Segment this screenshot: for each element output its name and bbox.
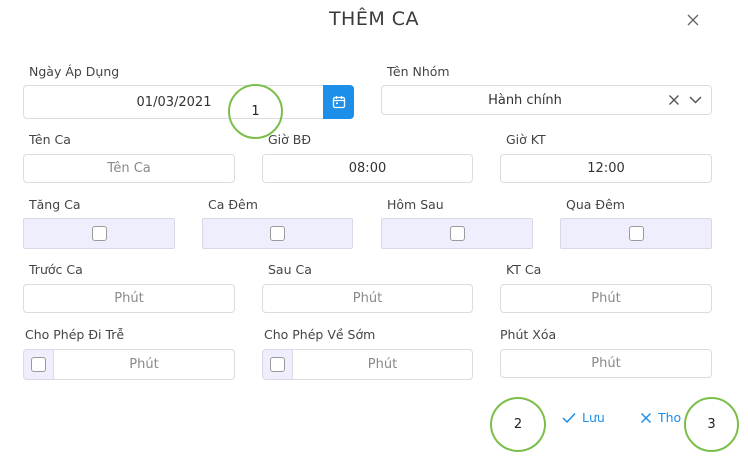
annotation-number: 2 <box>513 417 523 432</box>
gio-kt-label: Giờ KT <box>506 132 546 147</box>
calendar-icon <box>332 96 345 109</box>
gio-kt-value: 12:00 <box>587 161 625 176</box>
qua-dem-checkbox[interactable] <box>628 226 644 241</box>
annotation-number: 3 <box>707 417 716 432</box>
save-label: Lưu <box>582 410 605 425</box>
truoc-ca-label: Trước Ca <box>29 262 83 277</box>
qua-dem-cell <box>560 218 712 249</box>
ca-dem-label: Ca Đêm <box>208 197 258 212</box>
truoc-ca-input[interactable]: Phút <box>23 284 235 313</box>
clear-icon[interactable] <box>668 94 680 106</box>
tang-ca-label: Tăng Ca <box>29 197 81 212</box>
tang-ca-checkbox[interactable] <box>91 226 107 241</box>
calendar-button[interactable] <box>323 85 354 119</box>
hom-sau-checkbox[interactable] <box>449 226 465 241</box>
cho-phep-ve-som-placeholder: Phút <box>367 357 398 372</box>
cho-phep-di-tre-label: Cho Phép Đi Trễ <box>25 327 125 342</box>
ca-dem-checkbox[interactable] <box>270 226 285 241</box>
ca-dem-cell <box>202 218 353 249</box>
gio-bd-label: Giờ BĐ <box>268 132 312 147</box>
gio-kt-input[interactable]: 12:00 <box>500 154 712 183</box>
ten-nhom-label: Tên Nhóm <box>387 64 450 79</box>
cho-phep-ve-som-input[interactable]: Phút <box>292 349 473 380</box>
sau-ca-placeholder: Phút <box>352 291 383 306</box>
hom-sau-label: Hôm Sau <box>387 197 444 212</box>
cho-phep-di-tre-checkbox[interactable] <box>31 357 46 372</box>
ten-ca-placeholder: Tên Ca <box>107 161 151 176</box>
tang-ca-cell <box>23 218 175 249</box>
phut-xoa-placeholder: Phút <box>591 356 621 371</box>
phut-xoa-label: Phút Xóa <box>500 327 557 342</box>
qua-dem-label: Qua Đêm <box>566 197 625 212</box>
annotation-circle-2: 2 <box>490 397 546 452</box>
cho-phep-di-tre-placeholder: Phút <box>129 357 159 372</box>
kt-ca-label: KT Ca <box>506 262 542 277</box>
hom-sau-cell <box>381 218 533 249</box>
ten-ca-input[interactable]: Tên Ca <box>23 154 235 183</box>
save-button[interactable]: Lưu <box>562 410 605 425</box>
kt-ca-placeholder: Phút <box>591 291 621 306</box>
ngay-ap-dung-label: Ngày Áp Dụng <box>29 64 120 79</box>
dialog-title: THÊM CA <box>328 8 420 30</box>
cho-phep-di-tre-input[interactable]: Phút <box>53 349 235 380</box>
close-icon[interactable] <box>684 11 702 29</box>
annotation-circle-1: 1 <box>228 84 283 139</box>
cho-phep-ve-som-addon <box>262 349 293 380</box>
cho-phep-di-tre-addon <box>23 349 54 380</box>
ten-nhom-select[interactable]: Hành chính <box>381 85 712 115</box>
exit-label: Tho <box>658 410 682 425</box>
ngay-ap-dung-value: 01/03/2021 <box>136 94 212 110</box>
check-icon <box>562 412 576 423</box>
phut-xoa-input[interactable]: Phút <box>500 349 712 378</box>
gio-bd-value: 08:00 <box>348 161 387 176</box>
ten-ca-label: Tên Ca <box>29 132 71 147</box>
cho-phep-ve-som-checkbox[interactable] <box>270 357 285 372</box>
chevron-down-icon[interactable] <box>689 95 702 105</box>
cho-phep-ve-som-label: Cho Phép Về Sớm <box>264 327 376 342</box>
gio-bd-input[interactable]: 08:00 <box>262 154 473 183</box>
sau-ca-label: Sau Ca <box>268 262 312 277</box>
annotation-circle-3: 3 <box>684 397 739 452</box>
sau-ca-input[interactable]: Phút <box>262 284 473 313</box>
annotation-number: 1 <box>251 104 260 119</box>
close-icon <box>640 412 652 423</box>
kt-ca-input[interactable]: Phút <box>500 284 712 313</box>
exit-button[interactable]: Tho <box>640 410 681 425</box>
truoc-ca-placeholder: Phút <box>114 291 144 306</box>
ten-nhom-value: Hành chính <box>488 93 562 108</box>
